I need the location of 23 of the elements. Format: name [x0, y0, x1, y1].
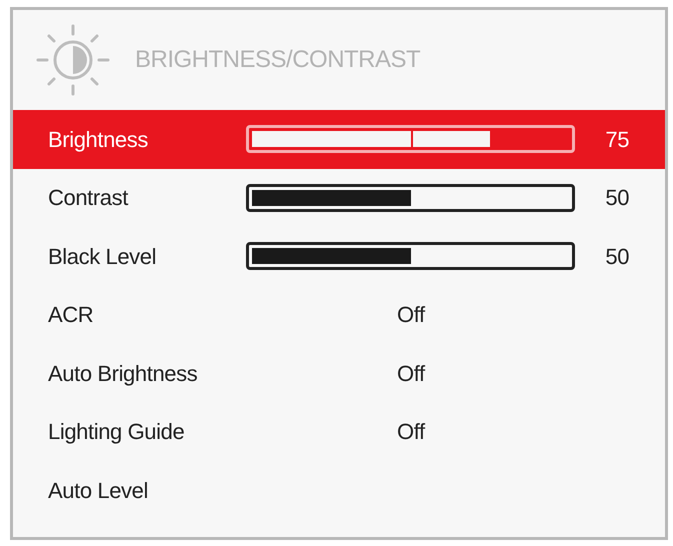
menu-item[interactable]: Black Level 50	[13, 227, 665, 286]
slider-value: 50	[605, 242, 630, 271]
option-value: Off	[397, 301, 425, 330]
menu-item[interactable]: Auto Brightness Off	[13, 344, 665, 402]
item-label: ACR	[48, 301, 94, 330]
menu-item[interactable]: Contrast 50	[13, 168, 665, 227]
item-label: Auto Brightness	[48, 360, 198, 388]
menu-item[interactable]: Lighting Guide Off	[13, 402, 665, 461]
menu-item[interactable]: Brightness 75	[13, 110, 665, 168]
menu-title: BRIGHTNESS/CONTRAST	[135, 45, 420, 75]
option-value: Off	[397, 360, 425, 388]
slider-value: 75	[605, 126, 630, 154]
menu-item[interactable]: Auto Level	[13, 461, 665, 520]
slider-track[interactable]	[246, 242, 576, 270]
item-label: Auto Level	[48, 476, 149, 505]
item-label: Black Level	[48, 242, 158, 271]
slider-value: 50	[605, 184, 630, 212]
item-label: Contrast	[48, 184, 130, 212]
slider-track[interactable]	[246, 184, 576, 212]
item-label: Lighting Guide	[48, 418, 186, 446]
item-label: Brightness	[48, 126, 149, 154]
option-value: Off	[397, 418, 425, 446]
menu-item[interactable]: ACR Off	[13, 286, 665, 344]
